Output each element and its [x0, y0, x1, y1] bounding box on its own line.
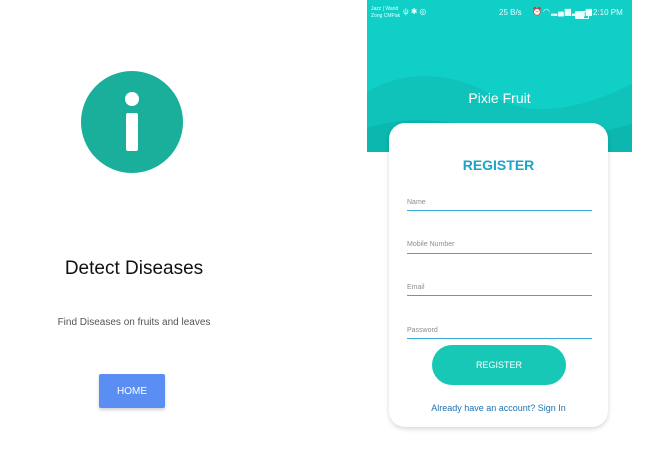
- home-button[interactable]: HOME: [99, 374, 165, 408]
- name-field[interactable]: [407, 210, 592, 211]
- notification-icons: ψ✱◎: [403, 7, 428, 16]
- register-form-card: REGISTER Name Mobile Number Email Passwo…: [389, 123, 608, 427]
- battery-icon: [575, 11, 589, 19]
- email-field-placeholder[interactable]: Email: [407, 284, 425, 291]
- page-subtitle: Find Diseases on fruits and leaves: [57, 317, 211, 328]
- carrier-label-primary: Jazz | Warid: [371, 6, 399, 12]
- info-icon: [81, 71, 183, 173]
- instagram-icon: ◎: [419, 7, 429, 16]
- register-screen: Jazz | Warid Zong CMPak ψ✱◎ 25 B/s ⏰◠▂▄▆…: [367, 0, 632, 440]
- mobile-number-field-placeholder[interactable]: Mobile Number: [407, 241, 454, 248]
- signal-icon: ▂▄▆: [550, 7, 572, 16]
- password-field-placeholder[interactable]: Password: [407, 327, 438, 334]
- alarm-icon: ⏰: [532, 7, 543, 16]
- carrier-label-secondary: Zong CMPak: [371, 13, 401, 19]
- page-title: Detect Diseases: [64, 258, 204, 279]
- info-icon-dot: [125, 92, 139, 106]
- status-bar: Jazz | Warid Zong CMPak ψ✱◎ 25 B/s ⏰◠▂▄▆…: [367, 0, 632, 28]
- detect-diseases-screen: Detect Diseases Find Diseases on fruits …: [0, 0, 300, 465]
- info-icon-bar: [126, 113, 138, 151]
- password-field[interactable]: [407, 338, 592, 339]
- sign-in-link[interactable]: Already have an account? Sign In: [389, 403, 608, 413]
- usb-icon: ψ: [403, 7, 411, 16]
- register-button[interactable]: REGISTER: [432, 345, 566, 385]
- form-title: REGISTER: [462, 157, 535, 173]
- wifi-icon: ◠: [542, 7, 551, 16]
- mobile-number-field[interactable]: [407, 253, 592, 254]
- app-title: Pixie Fruit: [468, 90, 531, 106]
- network-speed: 25 B/s: [499, 8, 522, 17]
- name-field-placeholder[interactable]: Name: [407, 199, 426, 206]
- status-time: 2:10 PM: [593, 8, 623, 17]
- email-field[interactable]: [407, 295, 592, 296]
